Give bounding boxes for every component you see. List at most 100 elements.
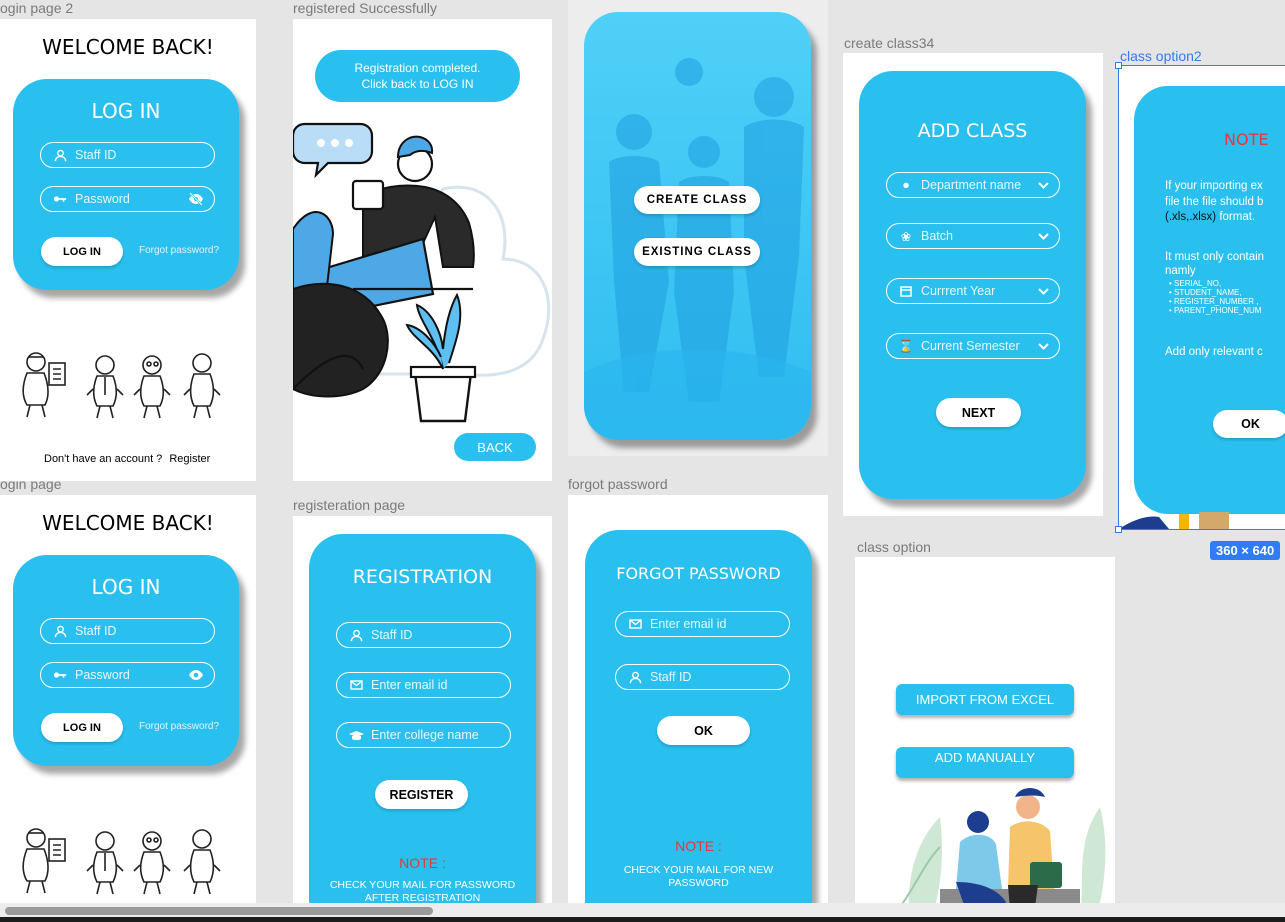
people-illustration [22,828,221,895]
add-manually-button[interactable]: ADD MANUALLY [896,747,1074,778]
registration-note-text: CHECK YOUR MAIL FOR PASSWORD AFTER REGIS… [309,879,536,905]
user-icon [51,149,69,162]
password-placeholder: Password [75,192,130,206]
students-background-image [584,58,811,440]
ok-button[interactable]: OK [657,716,750,745]
frame-label-registration-page[interactable]: registeration page [293,497,405,513]
password-field[interactable]: Password [40,186,215,212]
calendar-icon [897,285,915,297]
resize-handle-bottom-left[interactable] [1115,526,1122,533]
login-button[interactable]: LOG IN [41,713,123,742]
choose-class-card: CREATE CLASS EXISTING CLASS [584,12,811,440]
key-icon [51,194,69,204]
chevron-down-icon [1038,287,1049,295]
eye-slash-icon[interactable] [188,192,204,206]
people-illustration [22,352,221,419]
key-icon [51,670,69,680]
current-year-dropdown[interactable]: Currrent Year [886,278,1060,304]
forgot-note-line-1: CHECK YOUR MAIL FOR NEW [623,864,774,876]
current-semester-placeholder: Current Semester [921,339,1020,353]
batch-dropdown[interactable]: ❀ Batch [886,223,1060,249]
batch-placeholder: Batch [921,229,953,243]
forgot-password-link[interactable]: Forgot password? [139,245,219,256]
users-icon: ❀ [900,229,912,244]
college-name-field[interactable]: Enter college name [336,722,511,748]
next-button[interactable]: NEXT [936,398,1021,427]
email-placeholder: Enter email id [650,617,727,631]
staff-id-field[interactable]: Staff ID [40,618,215,644]
frame-label-create-class[interactable]: create class34 [844,35,934,51]
artboard-class-option: IMPORT FROM EXCEL ADD MANUALLY [855,557,1115,922]
current-semester-dropdown[interactable]: ⌛ Current Semester [886,333,1060,359]
import-from-excel-button[interactable]: IMPORT FROM EXCEL [896,684,1074,715]
graduation-cap-icon [347,730,365,741]
horizontal-scrollbar-thumb[interactable] [5,907,433,915]
people-chatting-illustration [900,788,1106,922]
department-placeholder: Department name [921,178,1022,192]
staff-id-field[interactable]: Staff ID [615,664,790,690]
college-name-placeholder: Enter college name [371,728,479,742]
mail-icon [347,680,365,690]
forgot-note-title: NOTE : [675,838,722,854]
staff-id-placeholder: Staff ID [650,670,692,684]
artboard-registered-successfully: Registration completed. Click back to LO… [293,19,552,481]
department-dropdown[interactable]: ● Department name [886,172,1060,198]
register-link[interactable]: Register [169,453,210,465]
bubble-line-2: Click back to LOG IN [361,77,474,91]
forgot-note-line-2: PASSWORD [668,877,729,890]
bottom-edge [0,917,1285,922]
registration-title: REGISTRATION [352,566,493,588]
frame-label-registered-successfully[interactable]: registered Successfully [293,0,437,16]
email-field[interactable]: Enter email id [336,672,511,698]
forgot-note-text: CHECK YOUR MAIL FOR NEW PASSWORD [585,864,812,890]
horizontal-scrollbar-track[interactable] [0,903,1285,922]
office-illustration [293,122,551,423]
staff-id-field[interactable]: Staff ID [40,142,215,168]
create-class-button[interactable]: CREATE CLASS [634,186,760,214]
add-class-card: ADD CLASS ● Department name ❀ Batch Curr… [859,71,1086,499]
email-placeholder: Enter email id [371,678,448,692]
selection-outline [1118,65,1285,530]
email-field[interactable]: Enter email id [615,611,790,637]
login-card: LOG IN Staff ID Password LOG IN Forgot p… [13,79,239,290]
login-title: LOG IN [91,99,161,123]
register-question: Don't have an account ? [44,453,163,465]
bubble-line-1: Registration completed. [354,60,481,75]
add-class-title: ADD CLASS [917,120,1028,142]
forgot-password-link[interactable]: Forgot password? [139,721,219,732]
frame-label-class-option-2[interactable]: class option2 [1120,48,1202,64]
login-card: LOG IN Staff ID Password LOG IN Forgot p… [13,555,239,766]
artboard-login-page-2: WELCOME BACK! LOG IN Staff ID Password L… [0,19,256,481]
register-prompt: Don't have an account ? Register [44,453,210,465]
frame-label-forgot-password[interactable]: forgot password [568,476,668,492]
user-icon [51,625,69,638]
artboard-create-class: ADD CLASS ● Department name ❀ Batch Curr… [843,53,1103,516]
staff-id-field[interactable]: Staff ID [336,622,511,648]
eye-icon[interactable] [188,669,204,681]
frame-label-class-option[interactable]: class option [857,539,931,555]
back-button[interactable]: BACK [454,433,536,461]
artboard-choose-class: CREATE CLASS EXISTING CLASS [568,0,828,456]
frame-label-login-page-2[interactable]: ogin page 2 [0,0,73,16]
register-button[interactable]: REGISTER [375,780,468,809]
existing-class-button[interactable]: EXISTING CLASS [634,238,760,266]
forgot-password-card: FORGOT PASSWORD Enter email id Staff ID … [585,530,812,922]
size-badge: 360 × 640 [1210,541,1281,560]
welcome-heading: WELCOME BACK! [42,511,214,535]
hourglass-icon: ⌛ [898,338,914,353]
registration-completed-bubble: Registration completed. Click back to LO… [315,50,520,102]
group-icon: ● [902,178,910,192]
user-icon [626,671,644,684]
chevron-down-icon [1038,342,1049,350]
user-icon [347,629,365,642]
login-button[interactable]: LOG IN [41,237,123,266]
login-title: LOG IN [91,575,161,599]
welcome-heading: WELCOME BACK! [42,35,214,59]
resize-handle-top-left[interactable] [1115,62,1122,69]
forgot-password-title: FORGOT PASSWORD [616,564,781,583]
password-field[interactable]: Password [40,662,215,688]
registration-note-title: NOTE : [399,855,446,871]
password-placeholder: Password [75,668,130,682]
mail-icon [626,619,644,629]
chevron-down-icon [1038,181,1049,189]
